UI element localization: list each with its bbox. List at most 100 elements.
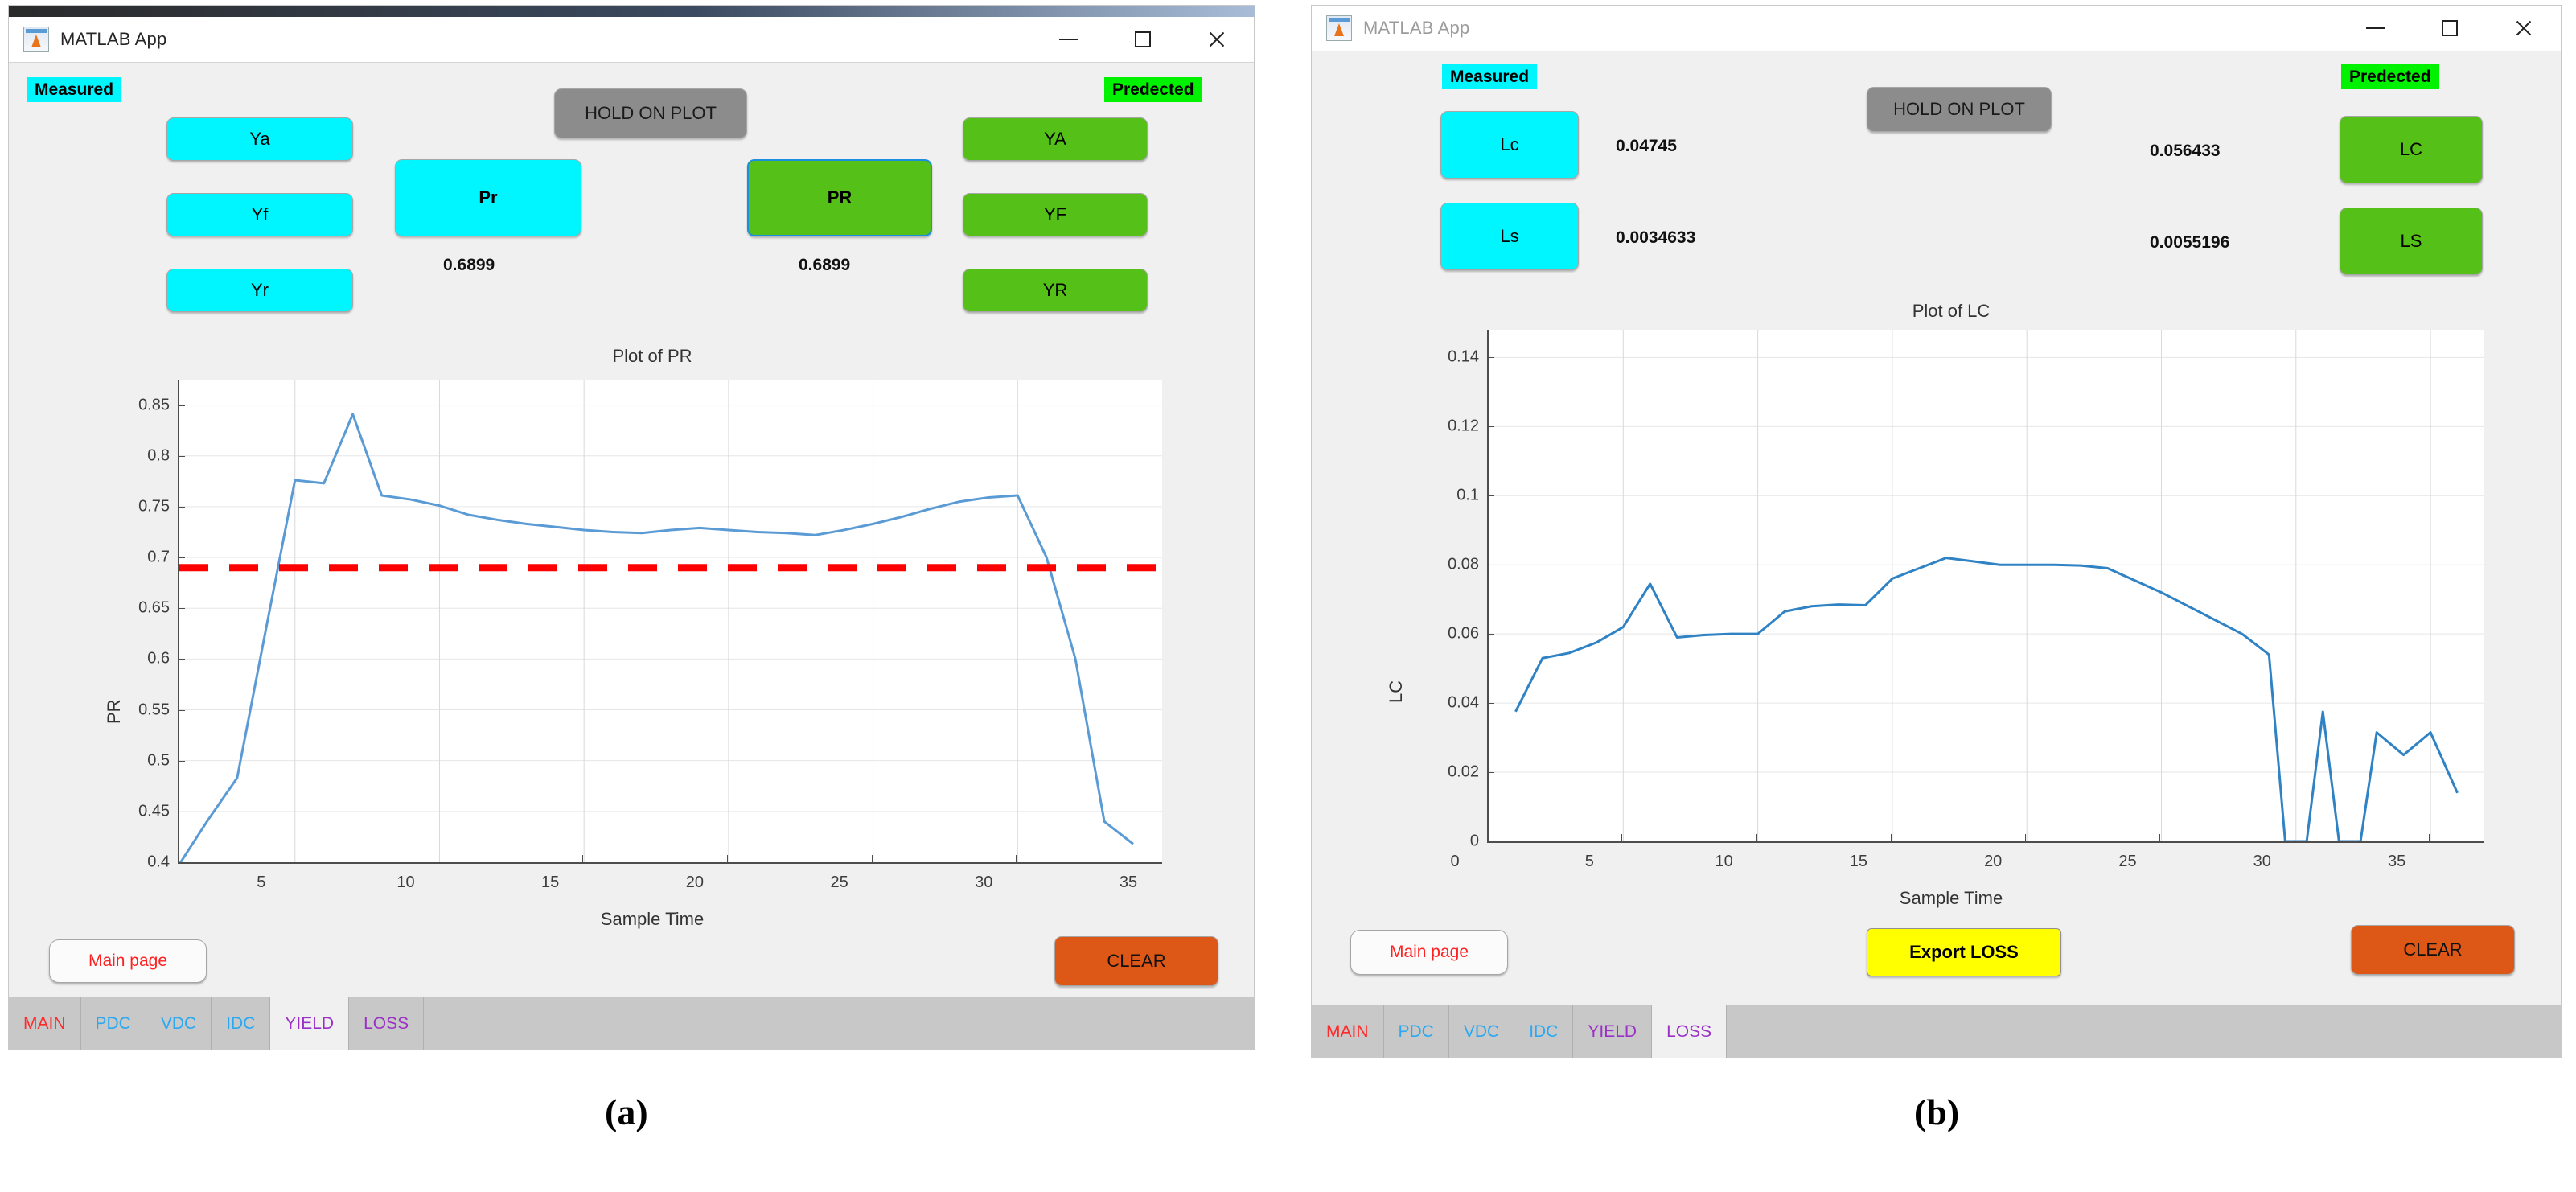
- tab-loss[interactable]: LOSS: [1652, 1005, 1728, 1058]
- hold-on-plot-button[interactable]: HOLD ON PLOT: [1867, 87, 2052, 132]
- matlab-window-b: MATLAB App Measured Predected HOLD ON PL…: [1311, 5, 2562, 1058]
- y-tick-mark: [1487, 841, 1494, 842]
- tab-yield[interactable]: YIELD: [270, 997, 350, 1050]
- tab-pdc[interactable]: PDC: [1383, 1005, 1449, 1058]
- y-tick-label: 0: [1469, 832, 1479, 850]
- x-tick-label: 5: [257, 873, 266, 891]
- titlebar-a: MATLAB App: [9, 17, 1254, 62]
- measured-button-ls[interactable]: Ls: [1440, 203, 1579, 270]
- plot-area-pr: [178, 380, 1162, 864]
- export-loss-button[interactable]: Export LOSS: [1867, 928, 2061, 976]
- y-tick-mark: [1487, 772, 1494, 774]
- predicted-button-yf[interactable]: YF: [963, 193, 1148, 236]
- x-tick-label: 35: [2387, 853, 2406, 870]
- plot-y-axis-label: LC: [1386, 680, 1406, 703]
- predicted-button-yr[interactable]: YR: [963, 269, 1148, 312]
- minimize-button[interactable]: [1032, 17, 1106, 62]
- y-tick-label: 0.14: [1448, 347, 1479, 366]
- hold-on-plot-button[interactable]: HOLD ON PLOT: [554, 88, 747, 138]
- y-tick-label: 0.12: [1448, 417, 1479, 435]
- y-tick-mark: [178, 405, 185, 406]
- measured-value-lc: 0.04745: [1616, 137, 1677, 155]
- close-button[interactable]: [1180, 17, 1254, 62]
- predicted-button-ya[interactable]: YA: [963, 117, 1148, 161]
- predicted-value-ls: 0.0055196: [2150, 233, 2230, 252]
- x-tick-mark: [582, 855, 584, 862]
- measured-value: 0.6899: [443, 256, 495, 274]
- minimize-icon: [2366, 27, 2385, 29]
- desktop-strip-a: [9, 6, 1255, 17]
- predicted-main-button-pr[interactable]: PR: [747, 159, 932, 236]
- y-tick-label: 0.45: [138, 802, 170, 820]
- x-tick-mark: [2159, 834, 2161, 841]
- tab-main[interactable]: MAIN: [9, 997, 81, 1050]
- y-tick-label: 0.7: [147, 548, 170, 566]
- predicted-value: 0.6899: [799, 256, 851, 274]
- x-tick-mark: [1621, 834, 1623, 841]
- predicted-button-lc[interactable]: LC: [2340, 116, 2483, 183]
- clear-button[interactable]: CLEAR: [1054, 936, 1218, 986]
- tab-idc[interactable]: IDC: [1514, 1005, 1574, 1058]
- matlab-window-a: MATLAB App Measured Predected HOLD ON PL…: [8, 5, 1255, 1050]
- x-tick-label: 35: [1119, 873, 1138, 891]
- close-icon: [2514, 18, 2533, 38]
- tab-vdc[interactable]: VDC: [146, 997, 212, 1050]
- window-controls-a: [1032, 17, 1254, 62]
- y-tick-mark: [178, 659, 185, 660]
- tab-idc[interactable]: IDC: [212, 997, 271, 1050]
- measured-button-yr[interactable]: Yr: [166, 269, 353, 312]
- window-title: MATLAB App: [60, 29, 167, 49]
- maximize-button[interactable]: [2413, 6, 2487, 51]
- x-tick-label: 20: [685, 873, 704, 891]
- tab-bar-filler: [424, 997, 1254, 1050]
- x-tick-label: 20: [1984, 853, 2003, 870]
- x-tick-label: 15: [1849, 853, 1868, 870]
- matlab-icon: [23, 27, 49, 52]
- app-body-b: Measured Predected HOLD ON PLOT Lc Ls 0.…: [1312, 51, 2561, 1058]
- plot-svg-lc: [1489, 330, 2484, 841]
- y-tick-label: 0.08: [1448, 555, 1479, 573]
- plot-area-lc: [1487, 330, 2484, 843]
- tab-main[interactable]: MAIN: [1312, 1005, 1384, 1058]
- y-tick-mark: [1487, 426, 1494, 428]
- app-body-a: Measured Predected HOLD ON PLOT Ya Yf Yr…: [9, 62, 1254, 1050]
- clear-button[interactable]: CLEAR: [2351, 925, 2515, 975]
- measured-button-lc[interactable]: Lc: [1440, 111, 1579, 179]
- y-tick-mark: [178, 862, 185, 863]
- measured-main-button-pr[interactable]: Pr: [395, 159, 581, 236]
- y-tick-label: 0.1: [1456, 486, 1479, 504]
- predicted-value-lc: 0.056433: [2150, 142, 2221, 160]
- y-tick-mark: [1487, 495, 1494, 497]
- window-title: MATLAB App: [1363, 18, 1470, 38]
- y-tick-mark: [178, 760, 185, 762]
- predicted-button-ls[interactable]: LS: [2340, 208, 2483, 275]
- x-tick-mark: [871, 855, 873, 862]
- tab-bar-b: MAIN PDC VDC IDC YIELD LOSS: [1312, 1005, 2561, 1058]
- measured-button-yf[interactable]: Yf: [166, 193, 353, 236]
- plot-lc-container: Plot of LC LC Sample Time 0 0.02 0.04 0.06 0…: [1368, 301, 2534, 936]
- y-tick-mark: [1487, 357, 1494, 359]
- plot-title: Plot of PR: [612, 346, 692, 366]
- tab-loss[interactable]: LOSS: [349, 997, 425, 1050]
- y-tick-mark: [178, 557, 185, 559]
- tab-yield[interactable]: YIELD: [1573, 1005, 1653, 1058]
- maximize-button[interactable]: [1106, 17, 1180, 62]
- minimize-button[interactable]: [2339, 6, 2413, 51]
- plot-x-axis-label: Sample Time: [1899, 888, 2003, 908]
- figure-caption-a: (a): [605, 1091, 648, 1132]
- x-tick-label: 10: [1715, 853, 1733, 870]
- y-tick-mark: [178, 608, 185, 610]
- tab-pdc[interactable]: PDC: [80, 997, 146, 1050]
- main-page-button[interactable]: Main page: [49, 939, 207, 983]
- main-page-button[interactable]: Main page: [1350, 930, 1508, 975]
- y-tick-mark: [178, 455, 185, 457]
- x-tick-label: 5: [1584, 853, 1594, 870]
- close-button[interactable]: [2487, 6, 2561, 51]
- minimize-icon: [1059, 39, 1078, 40]
- measured-value-ls: 0.0034633: [1616, 228, 1696, 247]
- measured-badge: Measured: [1442, 64, 1538, 90]
- tab-vdc[interactable]: VDC: [1448, 1005, 1515, 1058]
- y-tick-mark: [178, 709, 185, 711]
- tab-bar-filler: [1727, 1005, 2561, 1058]
- measured-button-ya[interactable]: Ya: [166, 117, 353, 161]
